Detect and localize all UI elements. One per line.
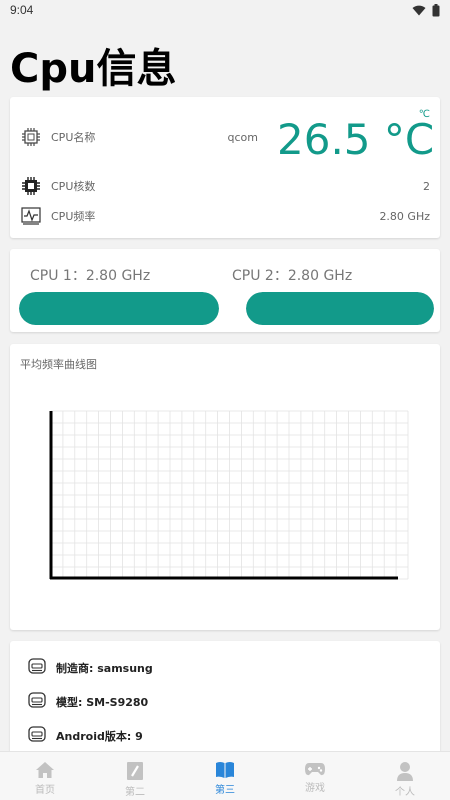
cpu-name-value: qcom	[227, 130, 258, 144]
cpu-freq-label: CPU频率	[51, 210, 96, 223]
book-icon	[216, 762, 234, 778]
chart-grid	[50, 410, 409, 580]
cpu-freq-row: CPU频率 2.80 GHz	[20, 204, 430, 228]
frequency-line-chart	[49, 410, 409, 580]
cpu-cores-card: CPU 1：2.80 GHz CPU 2：2.80 GHz	[10, 249, 440, 332]
core-2-fill	[246, 292, 434, 325]
device-row-model: 模型: SM-S9280	[28, 692, 148, 712]
wifi-icon	[412, 5, 426, 16]
status-time: 9:04	[10, 3, 34, 17]
bottom-navigation: 首页 第二 第三 游戏 个人	[0, 751, 450, 800]
device-icon	[28, 658, 46, 678]
tab-second-label: 第二	[125, 787, 145, 798]
gamepad-icon	[305, 763, 325, 776]
edit-icon	[127, 762, 143, 780]
core-2-label: CPU 2：2.80 GHz	[232, 268, 353, 284]
page-title: Cpu信息	[10, 46, 177, 92]
tab-third-label: 第三	[215, 785, 235, 796]
pulse-icon	[20, 205, 42, 227]
frequency-chart-card: 平均频率曲线图	[10, 344, 440, 630]
device-row-android: Android版本: 9	[28, 726, 143, 746]
core-1-fill	[19, 292, 219, 325]
cpu-freq-value: 2.80 GHz	[379, 209, 430, 223]
device-icon	[28, 692, 46, 712]
cpu-name-label: CPU名称	[51, 131, 96, 144]
status-icons	[412, 4, 440, 17]
cpu-cores-label: CPU核数	[51, 180, 96, 193]
android-version-text: Android版本: 9	[56, 730, 143, 743]
device-info-card: 制造商: samsung 模型: SM-S9280 Android版本: 9	[10, 641, 440, 761]
core-2-bar	[246, 292, 434, 325]
tab-profile-label: 个人	[395, 787, 415, 798]
device-icon	[28, 726, 46, 746]
model-text: 模型: SM-S9280	[56, 696, 149, 709]
manufacturer-text: 制造商: samsung	[56, 662, 153, 675]
cpu-cores-value: 2	[423, 179, 430, 193]
tab-game[interactable]: 游戏	[270, 752, 360, 800]
cpu-cores-row: CPU核数 2	[20, 174, 430, 198]
status-bar: 9:04	[0, 0, 450, 22]
home-icon	[36, 762, 54, 778]
tab-third[interactable]: 第三	[180, 752, 270, 800]
person-icon	[397, 762, 413, 781]
tab-home[interactable]: 首页	[0, 752, 90, 800]
chip-outline-icon	[20, 126, 42, 148]
tab-game-label: 游戏	[305, 783, 325, 794]
tab-second[interactable]: 第二	[90, 752, 180, 800]
chip-filled-icon	[20, 175, 42, 197]
device-row-manufacturer: 制造商: samsung	[28, 658, 153, 678]
tab-home-label: 首页	[35, 785, 55, 796]
tab-profile[interactable]: 个人	[360, 752, 450, 800]
cpu-info-card: ℃ 26.5 °C CPU名称 qcom CPU核数 2 CPU频率 2.80 …	[10, 97, 440, 238]
core-1-bar	[19, 292, 219, 325]
cpu-name-row: CPU名称 qcom	[20, 125, 430, 149]
battery-icon	[432, 4, 440, 17]
core-1-label: CPU 1：2.80 GHz	[30, 268, 151, 284]
